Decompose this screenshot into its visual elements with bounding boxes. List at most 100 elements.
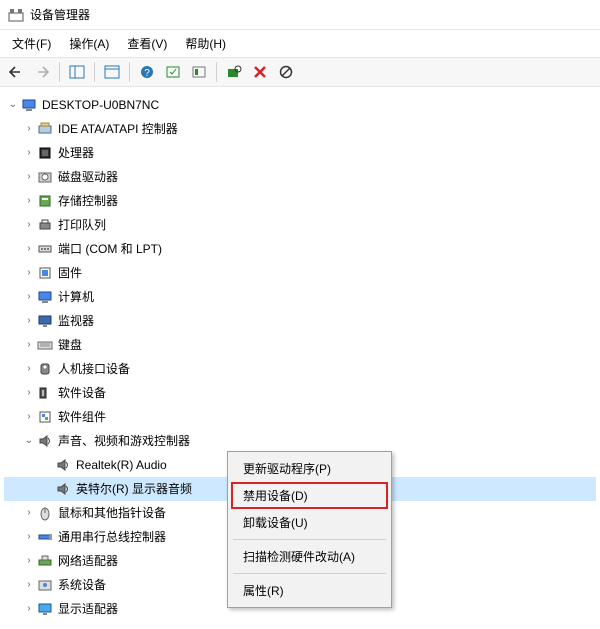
expand-icon[interactable]: ⌄ <box>6 98 20 112</box>
expand-icon[interactable]: › <box>22 554 36 568</box>
window-title: 设备管理器 <box>30 6 90 23</box>
storage-icon <box>36 192 54 210</box>
expand-icon[interactable]: › <box>22 242 36 256</box>
expand-icon[interactable]: › <box>22 362 36 376</box>
monitor-icon <box>36 312 54 330</box>
node-label: 处理器 <box>58 145 94 162</box>
menu-help[interactable]: 帮助(H) <box>177 32 234 55</box>
context-menu-item[interactable]: 属性(R) <box>231 577 388 604</box>
node-label: 显示适配器 <box>58 601 118 618</box>
system-icon <box>36 576 54 594</box>
menu-action[interactable]: 操作(A) <box>61 32 117 55</box>
node-label: DESKTOP-U0BN7NC <box>42 97 159 114</box>
computer-icon <box>20 96 38 114</box>
node-label: 人机接口设备 <box>58 361 130 378</box>
app-icon <box>8 7 24 23</box>
expand-icon[interactable]: › <box>22 194 36 208</box>
tree-category[interactable]: › 监视器 <box>4 309 596 333</box>
tree-category[interactable]: ›软件设备 <box>4 381 596 405</box>
node-label: Realtek(R) Audio <box>76 457 167 474</box>
node-label: 键盘 <box>58 337 82 354</box>
node-label: 英特尔(R) 显示器音频 <box>76 481 192 498</box>
ide-icon <box>36 120 54 138</box>
tree-category[interactable]: ›存储控制器 <box>4 189 596 213</box>
expand-icon[interactable]: › <box>22 146 36 160</box>
port-icon <box>36 240 54 258</box>
context-menu-item[interactable]: 扫描检测硬件改动(A) <box>231 543 388 570</box>
node-label: 计算机 <box>58 289 94 306</box>
tree-category[interactable]: › 打印队列 <box>4 213 596 237</box>
mouse-icon <box>36 504 54 522</box>
cpu-icon <box>36 144 54 162</box>
tree-category[interactable]: › 键盘 <box>4 333 596 357</box>
menu-separator <box>233 539 386 540</box>
tree-category[interactable]: › IDE ATA/ATAPI 控制器 <box>4 117 596 141</box>
node-label: 音频输入和输出 <box>58 625 142 626</box>
disable-button[interactable] <box>274 61 298 83</box>
back-button[interactable] <box>4 61 28 83</box>
tree-category[interactable]: ⌄ 声音、视频和游戏控制器 <box>4 429 596 453</box>
tree-root[interactable]: ⌄ DESKTOP-U0BN7NC <box>4 93 596 117</box>
expand-icon[interactable]: › <box>22 602 36 616</box>
help-button[interactable]: ? <box>135 61 159 83</box>
printer-icon <box>36 216 54 234</box>
tree-category[interactable]: › 固件 <box>4 261 596 285</box>
tree-category[interactable]: › 处理器 <box>4 141 596 165</box>
expand-icon[interactable]: › <box>22 218 36 232</box>
sound-icon <box>36 432 54 450</box>
action1-button[interactable] <box>161 61 185 83</box>
expand-icon[interactable]: › <box>22 530 36 544</box>
context-menu-item[interactable]: 更新驱动程序(P) <box>231 455 388 482</box>
node-label: 端口 (COM 和 LPT) <box>58 241 162 258</box>
context-menu-item[interactable]: 卸载设备(U) <box>231 509 388 536</box>
expand-icon[interactable]: › <box>22 290 36 304</box>
expand-icon[interactable]: › <box>22 170 36 184</box>
menu-separator <box>233 573 386 574</box>
expand-icon[interactable]: ⌄ <box>22 434 36 448</box>
node-label: 监视器 <box>58 313 94 330</box>
context-menu-item[interactable]: 禁用设备(D) <box>231 482 388 509</box>
show-hide-tree-button[interactable] <box>65 61 89 83</box>
expand-icon[interactable]: › <box>22 314 36 328</box>
firmware-icon <box>36 264 54 282</box>
node-label: 打印队列 <box>58 217 106 234</box>
expand-icon[interactable]: › <box>22 122 36 136</box>
context-menu: 更新驱动程序(P)禁用设备(D)卸载设备(U) 扫描检测硬件改动(A) 属性(R) <box>227 451 392 608</box>
action2-button[interactable] <box>187 61 211 83</box>
toolbar: ? <box>0 57 600 87</box>
forward-button[interactable] <box>30 61 54 83</box>
sound-icon <box>54 456 72 474</box>
tree-category[interactable]: › 软件组件 <box>4 405 596 429</box>
tree-category[interactable]: › 计算机 <box>4 285 596 309</box>
node-label: 网络适配器 <box>58 553 118 570</box>
node-label: 固件 <box>58 265 82 282</box>
node-label: 声音、视频和游戏控制器 <box>58 433 190 450</box>
disk-icon <box>36 168 54 186</box>
tree-category[interactable]: › 端口 (COM 和 LPT) <box>4 237 596 261</box>
sound-icon <box>54 480 72 498</box>
menu-file[interactable]: 文件(F) <box>4 32 59 55</box>
uninstall-button[interactable] <box>248 61 272 83</box>
node-label: 磁盘驱动器 <box>58 169 118 186</box>
expand-icon[interactable]: › <box>22 506 36 520</box>
audioio-icon <box>36 624 54 626</box>
properties-button[interactable] <box>100 61 124 83</box>
menu-view[interactable]: 查看(V) <box>119 32 175 55</box>
node-label: IDE ATA/ATAPI 控制器 <box>58 121 178 138</box>
usb-icon <box>36 528 54 546</box>
tree-category[interactable]: › 人机接口设备 <box>4 357 596 381</box>
expand-icon[interactable]: › <box>22 338 36 352</box>
hid-icon <box>36 360 54 378</box>
expand-icon[interactable]: › <box>22 578 36 592</box>
expand-icon[interactable]: › <box>22 410 36 424</box>
tree-category[interactable]: › 磁盘驱动器 <box>4 165 596 189</box>
tree-category[interactable]: ›音频输入和输出 <box>4 621 596 626</box>
node-label: 鼠标和其他指针设备 <box>58 505 166 522</box>
expand-icon[interactable]: › <box>22 266 36 280</box>
node-label: 软件组件 <box>58 409 106 426</box>
computer-icon <box>36 288 54 306</box>
swcomp-icon <box>36 408 54 426</box>
scan-hardware-button[interactable] <box>222 61 246 83</box>
expand-icon[interactable]: › <box>22 386 36 400</box>
network-icon <box>36 552 54 570</box>
